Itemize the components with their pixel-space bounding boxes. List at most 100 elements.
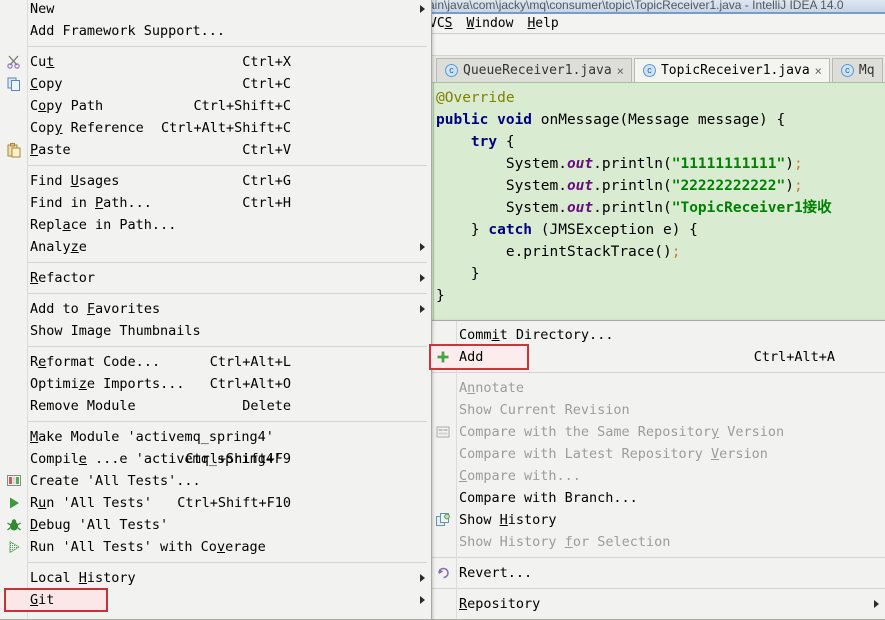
menu-item-show-history[interactable]: Show History <box>429 509 885 531</box>
menu-item-replace-in-path[interactable]: Replace in Path... <box>0 214 431 236</box>
code-token: onMessage(Message message) { <box>540 112 786 128</box>
code-token: public <box>436 112 498 128</box>
menubar-window[interactable]: Window <box>459 16 520 31</box>
menu-separator <box>429 557 885 558</box>
menu-item-label: Add <box>459 349 484 365</box>
editor-tab-strip: c QueueReceiver1.java × c TopicReceiver1.jav… <box>428 56 885 83</box>
menu-item-find-usages[interactable]: Find Usages Ctrl+G <box>0 170 431 192</box>
menu-item-make-module-activemq-spring4[interactable]: Make Module 'activemq_spring4' <box>0 426 431 448</box>
code-token: } <box>436 266 480 282</box>
menubar-vcs[interactable]: VCS <box>428 16 459 31</box>
tab-close-icon[interactable]: × <box>617 64 624 78</box>
menu-item-add-to-favorites[interactable]: Add to Favorites <box>0 298 431 320</box>
menu-item-refactor[interactable]: Refactor <box>0 267 431 289</box>
code-token: ; <box>793 156 803 172</box>
menu-item-shortcut: Ctrl+Alt+O <box>209 376 291 392</box>
menu-item-label: Remove Module <box>30 398 136 414</box>
source-code: @Override public void onMessage(Message … <box>436 87 832 307</box>
menu-item-new[interactable]: New <box>0 0 431 20</box>
code-token: .println( <box>593 200 672 216</box>
menu-item-shortcut: Ctrl+Alt+A <box>753 349 835 365</box>
code-token: System. <box>436 178 567 194</box>
menu-item-copy-reference[interactable]: Copy Reference Ctrl+Alt+Shift+C <box>0 117 431 139</box>
menu-item-copy[interactable]: Copy Ctrl+C <box>0 73 431 95</box>
menu-item-cut[interactable]: Cut Ctrl+X <box>0 51 431 73</box>
menu-item-compare-with-branch[interactable]: Compare with Branch... <box>429 487 885 509</box>
code-editor[interactable]: @Override public void onMessage(Message … <box>428 83 885 324</box>
debug-icon <box>6 517 22 533</box>
menu-separator <box>429 588 885 589</box>
menu-item-create-all-tests[interactable]: Create 'All Tests'... <box>0 470 431 492</box>
menu-item-commit-directory[interactable]: Commit Directory... <box>429 324 885 346</box>
project-context-menu[interactable]: New Add Framework Support... Cut Ctrl+X Copy… <box>0 0 432 620</box>
menu-item-show-history-for-selection: Show History for Selection <box>429 531 885 553</box>
menu-item-reformat-code[interactable]: Reformat Code... Ctrl+Alt+L <box>0 351 431 373</box>
main-menu-bar: VCS Window Help <box>428 14 885 34</box>
menu-item-add[interactable]: Add Ctrl+Alt+A <box>429 346 885 368</box>
code-token: .println( <box>593 156 672 172</box>
code-token: } <box>436 222 489 238</box>
menu-item-label: Commit Directory... <box>459 327 614 343</box>
menu-item-shortcut: Ctrl+G <box>242 173 291 189</box>
menu-item-find-in-path[interactable]: Find in Path... Ctrl+H <box>0 192 431 214</box>
menu-item-shortcut: Delete <box>242 398 291 414</box>
git-submenu[interactable]: Commit Directory... Add Ctrl+Alt+A Annotate… <box>428 320 885 620</box>
menu-item-label: Find in Path... <box>30 195 152 211</box>
menu-item-analyze[interactable]: Analyze <box>0 236 431 258</box>
tab-close-icon[interactable]: × <box>815 64 822 78</box>
menu-item-annotate: Annotate <box>429 377 885 399</box>
menu-item-shortcut: Ctrl+Shift+C <box>193 98 291 114</box>
menu-item-add-framework-support[interactable]: Add Framework Support... <box>0 20 431 42</box>
menu-item-run-all-tests[interactable]: Run 'All Tests' Ctrl+Shift+F10 <box>0 492 431 514</box>
menu-item-shortcut: Ctrl+H <box>242 195 291 211</box>
menu-separator <box>28 293 427 294</box>
menu-item-shortcut: Ctrl+C <box>242 76 291 92</box>
menu-item-git[interactable]: Git <box>0 589 431 611</box>
menu-separator <box>28 262 427 263</box>
menu-item-label: Show Current Revision <box>459 402 630 418</box>
plus-icon <box>435 349 451 365</box>
menu-item-copy-path[interactable]: Copy Path Ctrl+Shift+C <box>0 95 431 117</box>
menu-item-debug-all-tests[interactable]: Debug 'All Tests' <box>0 514 431 536</box>
menu-item-show-current-revision: Show Current Revision <box>429 399 885 421</box>
editor-gutter-line <box>433 83 434 324</box>
repo-compare-icon <box>435 424 451 440</box>
menu-item-run-all-tests-with-coverage[interactable]: Run 'All Tests' with Coverage <box>0 536 431 558</box>
code-token: e.printStackTrace() <box>436 244 672 260</box>
code-token: out <box>566 200 594 216</box>
menu-separator <box>28 421 427 422</box>
code-token: "22222222222" <box>671 178 786 194</box>
menu-item-optimize-imports[interactable]: Optimize Imports... Ctrl+Alt+O <box>0 373 431 395</box>
code-token: try <box>470 134 506 150</box>
menu-item-label: New <box>30 1 55 17</box>
code-token: (JMSException e) { <box>540 222 698 238</box>
menubar-help[interactable]: Help <box>520 16 565 31</box>
menu-item-compare-with-latest-repository-version: Compare with Latest Repository Version <box>429 443 885 465</box>
menu-item-shortcut: Ctrl+Shift+F10 <box>177 495 291 511</box>
menu-item-repository[interactable]: Repository <box>429 593 885 615</box>
menu-item-local-history[interactable]: Local History <box>0 567 431 589</box>
menu-item-revert[interactable]: Revert... <box>429 562 885 584</box>
code-token: System. <box>436 200 567 216</box>
menu-item-label: Local History <box>30 570 136 586</box>
code-token: System. <box>436 156 567 172</box>
menu-item-label: Show Image Thumbnails <box>30 323 201 339</box>
editor-tab-mq[interactable]: c Mq <box>831 58 883 82</box>
menu-item-label: Revert... <box>459 565 533 581</box>
editor-tab-topicreceiver1-java[interactable]: c TopicReceiver1.java × <box>633 58 830 82</box>
menu-item-paste[interactable]: Paste Ctrl+V <box>0 139 431 161</box>
menu-item-label: Compare with Branch... <box>459 490 638 506</box>
code-token: "TopicReceiver1接收 <box>671 200 832 216</box>
menu-item-show-image-thumbnails[interactable]: Show Image Thumbnails <box>0 320 431 342</box>
editor-tab-queuereceiver1-java[interactable]: c QueueReceiver1.java × <box>436 58 632 82</box>
code-token: void <box>497 112 541 128</box>
menu-item-compile-e-activemq-spring4[interactable]: Compile ...e 'activemq_spring4' Ctrl+Shif… <box>0 448 431 470</box>
menu-separator <box>28 46 427 47</box>
java-class-icon: c <box>642 64 656 77</box>
menu-item-shortcut: Ctrl+V <box>242 142 291 158</box>
menu-item-label: Cut <box>30 54 55 70</box>
menu-item-remove-module[interactable]: Remove Module Delete <box>0 395 431 417</box>
code-token: ) <box>785 178 794 194</box>
window-title: ain\java\com\jacky\mq\consumer\topic\Top… <box>428 0 844 12</box>
